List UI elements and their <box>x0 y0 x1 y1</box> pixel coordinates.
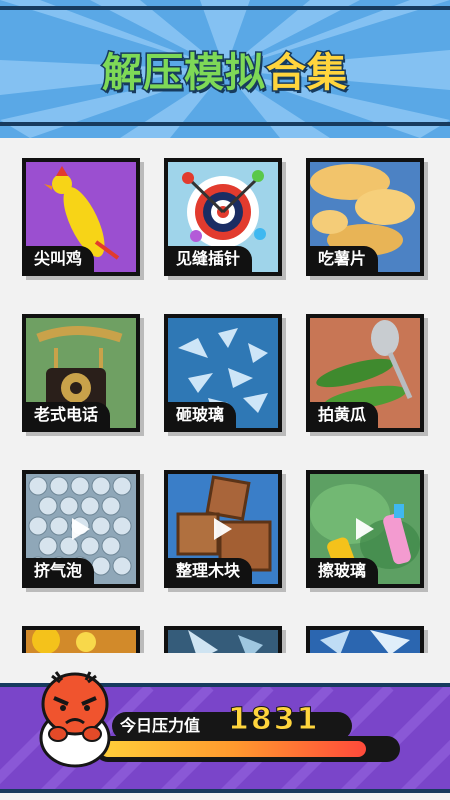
game-tile-smash-cucumber[interactable]: 拍黄瓜 <box>306 314 424 432</box>
game-label: 擦玻璃 <box>310 558 379 584</box>
game-grid: 尖叫鸡 见缝插针 吃薯片 老式电话 砸玻璃 拍黄瓜 挤气泡 整理木块 擦玻璃 <box>0 138 450 653</box>
game-tile-old-phone[interactable]: 老式电话 <box>22 314 140 432</box>
video-play-icon <box>72 518 90 540</box>
pressure-label-text: 今日压力值 <box>120 716 201 735</box>
video-play-icon <box>356 518 374 540</box>
game-tile-partial-3[interactable] <box>306 626 424 653</box>
game-label: 挤气泡 <box>26 558 95 584</box>
header-banner: 解压模拟合集 <box>0 0 450 138</box>
page-title: 解压模拟合集 <box>0 40 450 98</box>
pressure-value: 1831 <box>228 702 320 738</box>
game-tile-eat-chips[interactable]: 吃薯片 <box>306 158 424 276</box>
game-label: 尖叫鸡 <box>26 246 95 272</box>
partial-game-image <box>310 630 420 653</box>
game-label: 拍黄瓜 <box>310 402 379 428</box>
video-play-icon <box>214 518 232 540</box>
game-label: 见缝插针 <box>168 246 253 272</box>
game-label: 砸玻璃 <box>168 402 237 428</box>
angry-face-icon[interactable] <box>38 668 112 768</box>
game-label: 吃薯片 <box>310 246 379 272</box>
game-tile-partial-2[interactable] <box>164 626 282 653</box>
game-label: 整理木块 <box>168 558 253 584</box>
game-tile-arrange-blocks[interactable]: 整理木块 <box>164 470 282 588</box>
game-tile-wipe-glass[interactable]: 擦玻璃 <box>306 470 424 588</box>
game-label: 老式电话 <box>26 402 111 428</box>
partial-game-image <box>26 630 136 653</box>
game-tile-pop-bubbles[interactable]: 挤气泡 <box>22 470 140 588</box>
title-text-2: 合集 <box>265 49 349 98</box>
game-tile-needle-insert[interactable]: 见缝插针 <box>164 158 282 276</box>
game-tile-screaming-chicken[interactable]: 尖叫鸡 <box>22 158 140 276</box>
game-tile-smash-glass[interactable]: 砸玻璃 <box>164 314 282 432</box>
pressure-progress-fill <box>100 741 366 757</box>
partial-game-image <box>168 630 278 653</box>
title-text-1: 解压模拟 <box>101 49 267 98</box>
game-tile-partial-1[interactable] <box>22 626 140 653</box>
